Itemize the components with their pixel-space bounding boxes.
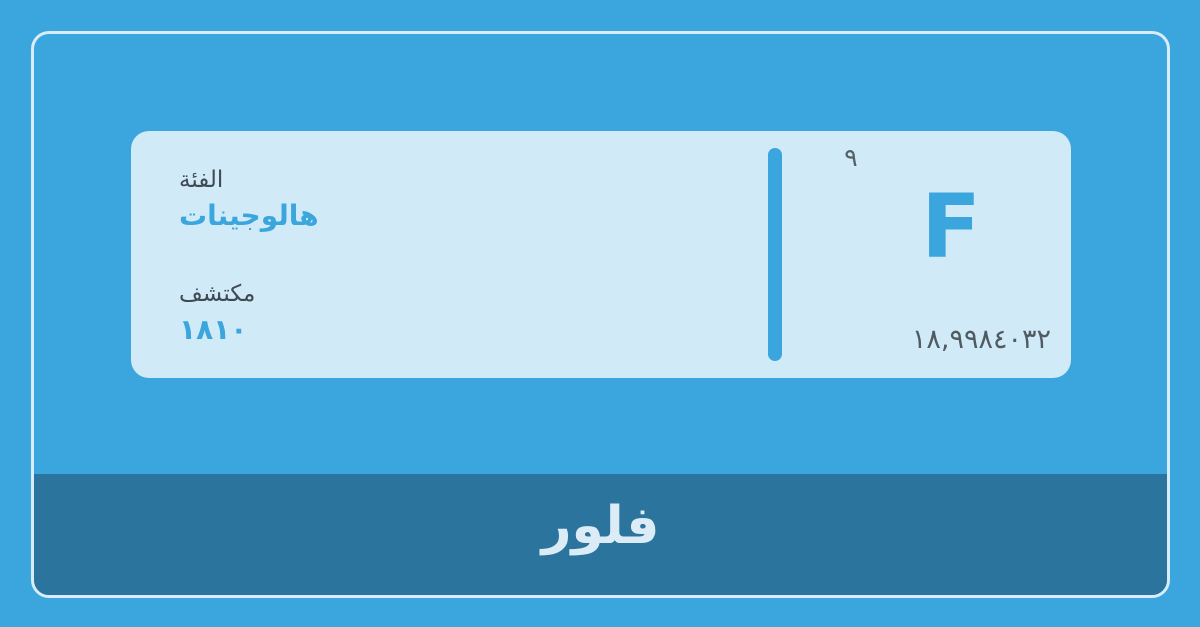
- element-name-footer: فلور: [34, 474, 1167, 595]
- element-name: فلور: [541, 496, 660, 556]
- discovery-value: ١٨١٠: [179, 313, 248, 346]
- discovery-label: مكتشف: [179, 281, 256, 307]
- category-section: الفئة هالوجينات: [179, 164, 319, 236]
- element-card-frame: الفئة هالوجينات مكتشف ١٨١٠ ٩ F ١٨,٩٩٨٤٠٣…: [31, 31, 1170, 598]
- atomic-mass: ١٨,٩٩٨٤٠٣٢: [911, 324, 1051, 355]
- element-info-card: الفئة هالوجينات مكتشف ١٨١٠ ٩ F ١٨,٩٩٨٤٠٣…: [131, 131, 1071, 378]
- element-symbol: F: [920, 175, 982, 278]
- category-value: هالوجينات: [179, 199, 319, 232]
- atomic-number: ٩: [844, 143, 858, 172]
- category-label: الفئة: [179, 167, 224, 193]
- discovery-section: مكتشف ١٨١٠: [179, 278, 255, 350]
- vertical-divider: [768, 148, 782, 361]
